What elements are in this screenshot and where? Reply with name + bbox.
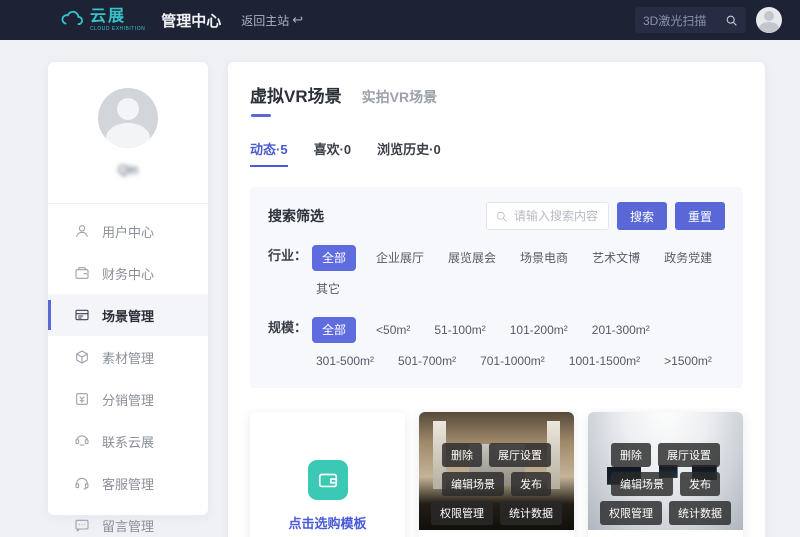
search-icon [495,210,508,223]
logo-subtext: CLOUD EXHIBITION [90,27,145,32]
buy-template-label: 点击选购模板 [288,513,366,532]
scene-type-tabs: 虚拟VR场景 实拍VR场景 [250,82,743,117]
main-content-panel: 虚拟VR场景 实拍VR场景 动态·5 喜欢·0 浏览历史·0 搜索筛选 搜索 重… [228,62,765,537]
hall-settings-button[interactable]: 展厅设置 [489,443,551,467]
industry-chip[interactable]: 艺术文博 [588,245,644,271]
sidebar-item-message-management[interactable]: 留言管理 [48,504,208,537]
sidebar-menu: 用户中心 财务中心 场景管理 素材管理 分销管理 联系云展 客服管理 留言管理 [48,204,208,537]
user-avatar[interactable] [98,88,158,148]
headset-icon [74,475,90,491]
statistics-button[interactable]: 统计数据 [669,501,731,525]
scale-chip[interactable]: 201-300m² [588,317,654,343]
industry-chip[interactable]: 其它 [312,276,344,302]
scale-chip[interactable]: 501-700m² [394,348,460,374]
filter-title: 搜索筛选 [268,206,324,226]
tab-real-vr-scene[interactable]: 实拍VR场景 [362,87,437,107]
scene-card: 删除 展厅设置 编辑场景 发布 权限管理 统计数据 灵感-科技-出众-3D...… [588,412,743,537]
phone-icon [74,433,90,449]
industry-chip[interactable]: 场景电商 [516,245,572,271]
industry-chip[interactable]: 政务党建 [660,245,716,271]
sidebar-item-finance-center[interactable]: 财务中心 [48,252,208,294]
scale-chip[interactable]: 1001-1500m² [565,348,644,374]
industry-filter-row: 行业： 全部 企业展厅 展览展会 场景电商 艺术文博 政务党建 其它 [268,245,725,302]
search-button[interactable]: 搜索 [617,202,667,230]
sidebar-item-contact[interactable]: 联系云展 [48,420,208,462]
buy-template-card[interactable]: 点击选购模板 [250,412,405,537]
header-search-input[interactable] [643,13,725,27]
scene-card-grid: 点击选购模板 删除 展厅设置 编辑场景 发布 权限管理 统计数据 新中式展厅 发… [250,412,743,537]
scale-chip-all[interactable]: 全部 [312,317,356,343]
filter-search-box[interactable] [486,202,609,230]
scene-thumbnail[interactable]: 删除 展厅设置 编辑场景 发布 权限管理 统计数据 [588,412,743,530]
delete-button[interactable]: 删除 [442,443,482,467]
publish-button[interactable]: 发布 [511,472,551,496]
search-icon[interactable] [725,14,738,27]
cube-icon [74,349,90,365]
reset-button[interactable]: 重置 [675,202,725,230]
message-icon [74,517,90,533]
header-avatar[interactable] [756,7,782,33]
statistics-button[interactable]: 统计数据 [500,501,562,525]
tab-likes[interactable]: 喜欢·0 [314,139,352,167]
scale-filter-row: 规模： 全部 <50m² 51-100m² 101-200m² 201-300m… [268,317,725,374]
page-title: 管理中心 [161,10,221,31]
logo-text: 云展 [90,9,145,25]
hall-settings-button[interactable]: 展厅设置 [658,443,720,467]
scale-chip[interactable]: <50m² [372,317,414,343]
wallet-icon [74,265,90,281]
app-logo[interactable]: 云展 CLOUD EXHIBITION [58,9,145,32]
publish-button[interactable]: 发布 [680,472,720,496]
delete-button[interactable]: 删除 [611,443,651,467]
scale-chip[interactable]: 301-500m² [312,348,378,374]
user-icon [74,223,90,239]
sidebar: Qin 用户中心 财务中心 场景管理 素材管理 分销管理 联系云展 客 [48,62,208,515]
industry-chip[interactable]: 展览展会 [444,245,500,271]
scale-chip[interactable]: >1500m² [660,348,716,374]
scene-icon [74,307,90,323]
sidebar-item-distribution-management[interactable]: 分销管理 [48,378,208,420]
cloud-logo-icon [58,9,86,31]
wallet-teal-icon [308,460,348,500]
search-filter-panel: 搜索筛选 搜索 重置 行业： 全部 企业展厅 展览展会 场景电商 艺术文博 [250,187,743,388]
tab-virtual-vr-scene[interactable]: 虚拟VR场景 [250,82,342,117]
industry-chip-all[interactable]: 全部 [312,245,356,271]
scene-thumbnail[interactable]: 删除 展厅设置 编辑场景 发布 权限管理 统计数据 [419,412,574,530]
scale-label: 规模： [268,317,312,374]
permissions-button[interactable]: 权限管理 [600,501,662,525]
industry-chip[interactable]: 企业展厅 [372,245,428,271]
top-header-bar: 云展 CLOUD EXHIBITION 管理中心 返回主站 ↩ [0,0,800,40]
sidebar-item-material-management[interactable]: 素材管理 [48,336,208,378]
sub-tabs: 动态·5 喜欢·0 浏览历史·0 [250,139,743,167]
scale-chip[interactable]: 701-1000m² [476,348,549,374]
card-action-buttons: 删除 展厅设置 编辑场景 发布 权限管理 统计数据 [588,443,743,525]
industry-label: 行业： [268,245,312,302]
sidebar-item-scene-management[interactable]: 场景管理 [48,294,208,336]
filter-search-input[interactable] [514,209,600,223]
scene-card: 删除 展厅设置 编辑场景 发布 权限管理 统计数据 新中式展厅 发布者： [419,412,574,537]
sidebar-item-support-management[interactable]: 客服管理 [48,462,208,504]
back-to-main-site-link[interactable]: 返回主站 ↩ [241,12,303,29]
card-action-buttons: 删除 展厅设置 编辑场景 发布 权限管理 统计数据 [419,443,574,525]
permissions-button[interactable]: 权限管理 [431,501,493,525]
scale-chip[interactable]: 101-200m² [506,317,572,343]
distribution-icon [74,391,90,407]
edit-scene-button[interactable]: 编辑场景 [611,472,673,496]
user-name: Qin [48,162,208,177]
tab-browse-history[interactable]: 浏览历史·0 [377,139,441,167]
tab-dynamic[interactable]: 动态·5 [250,139,288,167]
header-search-box[interactable] [635,7,746,33]
scale-chip[interactable]: 51-100m² [430,317,489,343]
edit-scene-button[interactable]: 编辑场景 [442,472,504,496]
sidebar-item-user-center[interactable]: 用户中心 [48,210,208,252]
return-arrow-icon: ↩ [292,12,303,28]
